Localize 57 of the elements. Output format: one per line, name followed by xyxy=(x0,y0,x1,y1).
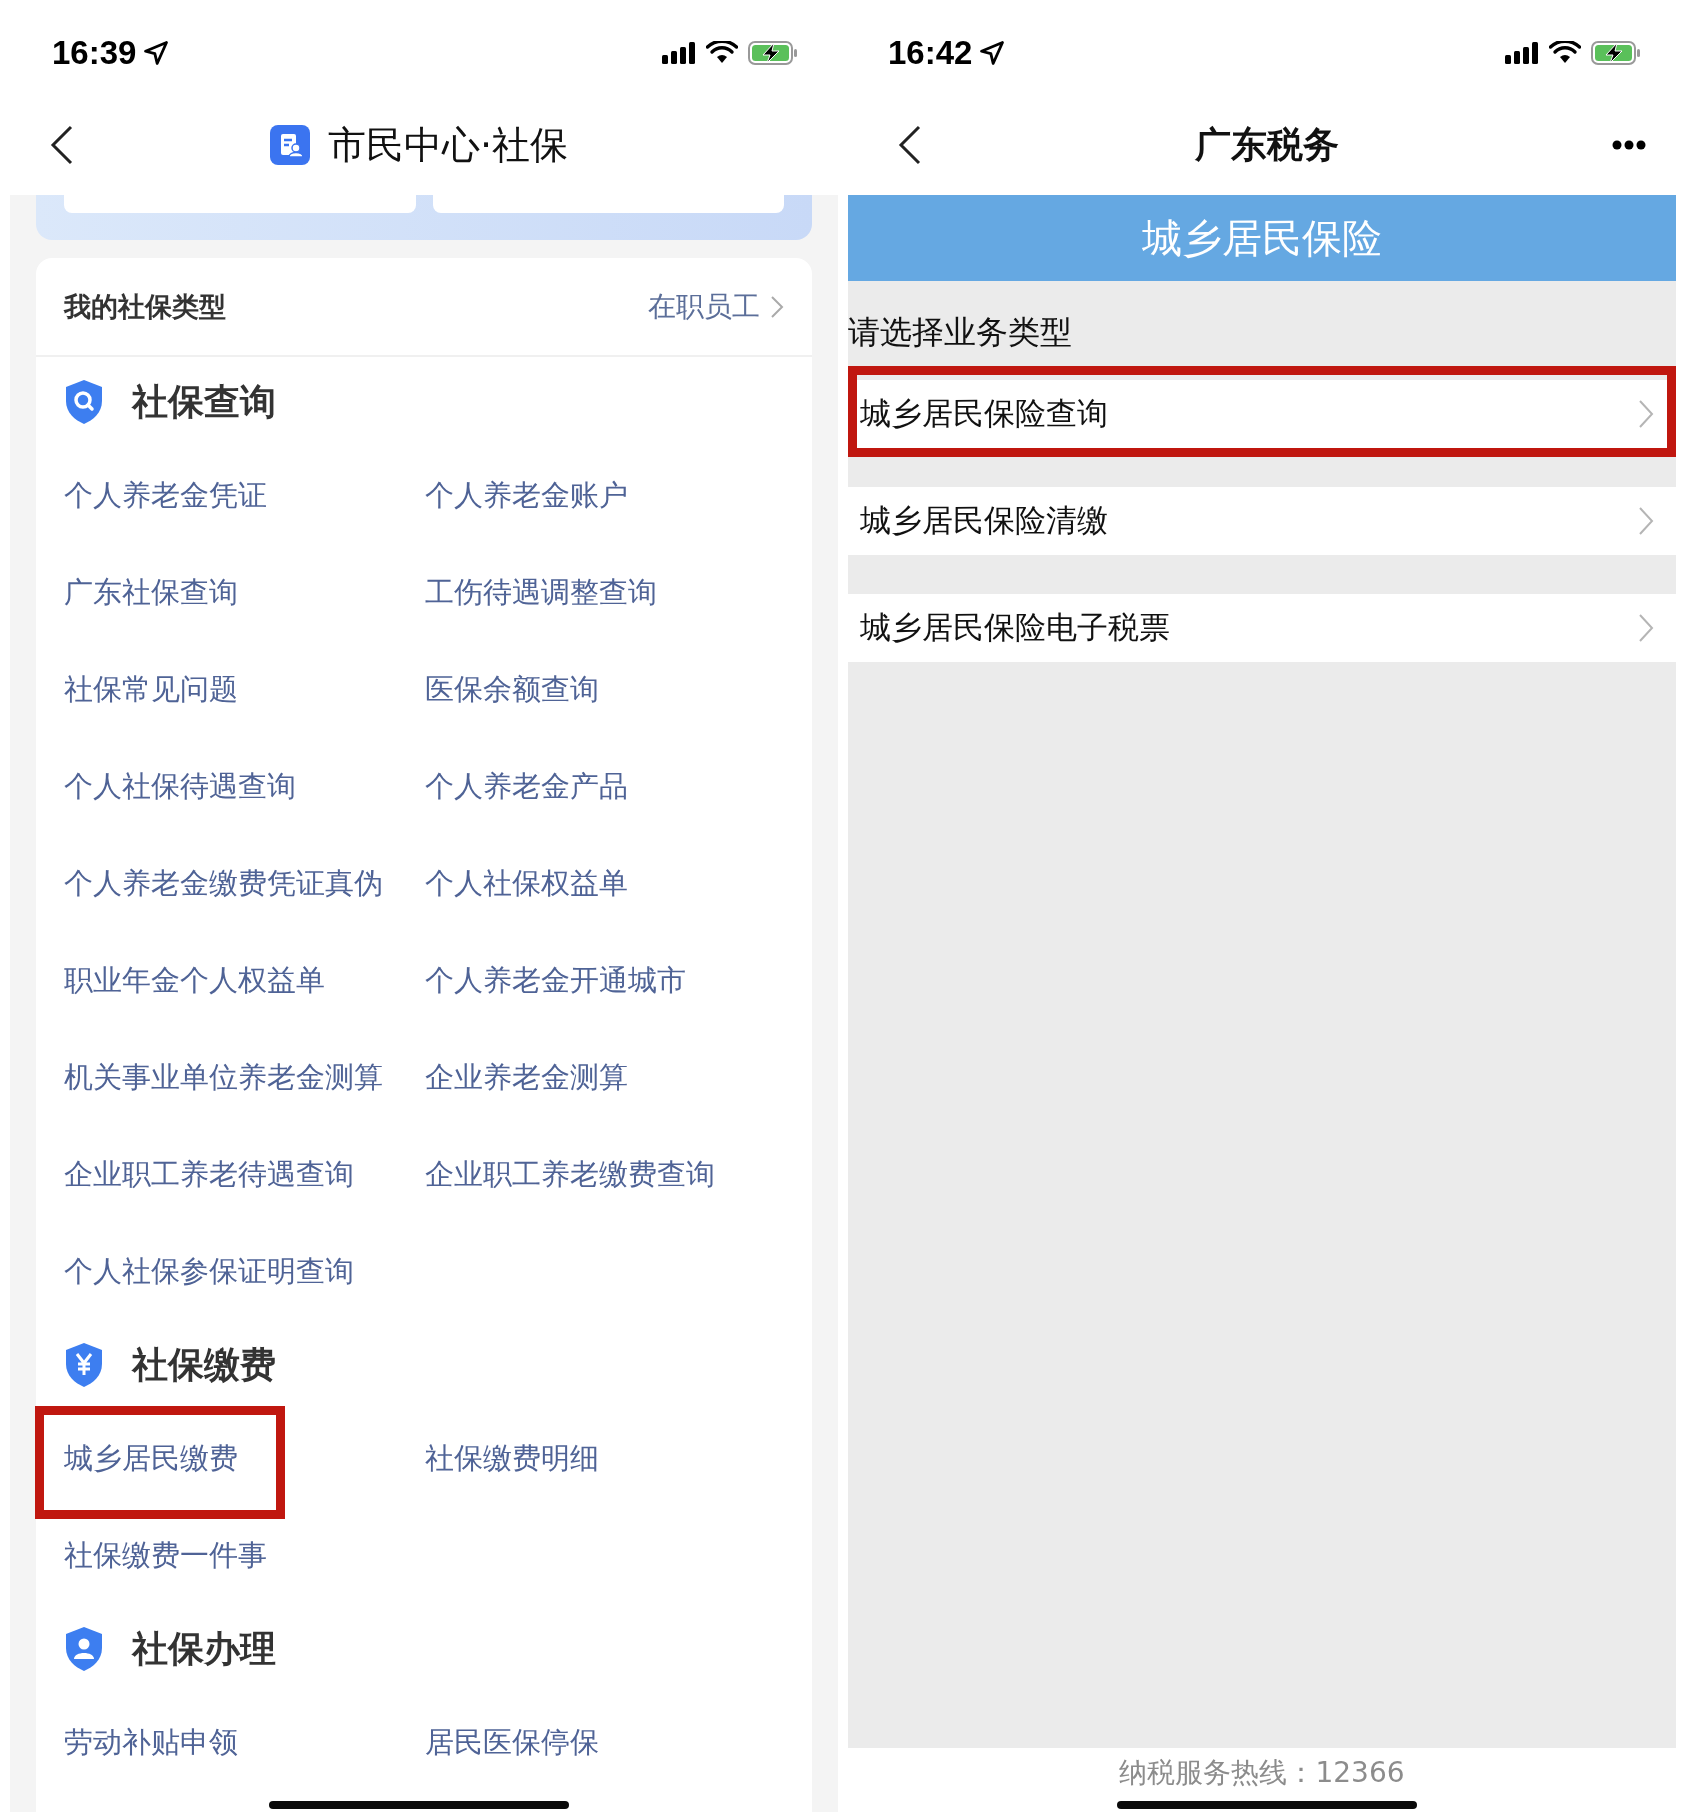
service-link[interactable]: 企业职工养老缴费查询 xyxy=(425,1154,715,1195)
wifi-icon xyxy=(706,40,738,65)
shield-person-icon xyxy=(64,1626,104,1672)
status-time: 16:39 xyxy=(52,33,137,72)
chevron-right-icon xyxy=(1638,506,1654,536)
service-link[interactable]: 居民医保停保 xyxy=(425,1722,599,1763)
option-row[interactable]: 城乡居民保险电子税票 xyxy=(848,594,1676,662)
option-label: 城乡居民保险查询 xyxy=(860,394,1108,433)
service-link[interactable]: 个人社保待遇查询 xyxy=(64,766,296,807)
battery-charging-icon xyxy=(1591,39,1641,66)
service-link[interactable]: 企业职工养老待遇查询 xyxy=(64,1154,354,1195)
location-arrow-icon xyxy=(978,38,1007,67)
prompt-text: 请选择业务类型 xyxy=(848,311,1072,353)
status-time: 16:42 xyxy=(888,33,973,72)
service-link[interactable]: 医保余额查询 xyxy=(425,669,599,710)
chevron-right-icon xyxy=(1638,399,1654,429)
section-title: 社保缴费 xyxy=(132,1342,276,1387)
service-link[interactable]: 个人养老金产品 xyxy=(425,766,628,807)
more-icon[interactable] xyxy=(1612,140,1646,150)
section-title: 社保查询 xyxy=(132,379,276,424)
insurance-type-link[interactable]: 在职员工 xyxy=(648,287,760,326)
location-arrow-icon xyxy=(142,38,171,67)
option-row[interactable]: 城乡居民保险清缴 xyxy=(848,487,1676,555)
banner-title: 城乡居民保险 xyxy=(848,195,1676,281)
service-link[interactable]: 个人社保权益单 xyxy=(425,863,628,904)
option-label: 城乡居民保险电子税票 xyxy=(860,608,1170,647)
service-link[interactable]: 机关事业单位养老金测算 xyxy=(64,1057,383,1098)
shield-yen-icon xyxy=(64,1342,104,1388)
page-title: 市民中心·社保 xyxy=(327,121,569,169)
service-link[interactable]: 企业养老金测算 xyxy=(425,1057,628,1098)
document-person-icon xyxy=(269,125,310,165)
page-title: 广东税务 xyxy=(1195,122,1339,167)
service-link[interactable]: 社保缴费一件事 xyxy=(64,1535,267,1576)
service-link[interactable]: 个人养老金账户 xyxy=(425,475,628,516)
service-link[interactable]: 个人养老金开通城市 xyxy=(425,960,686,1001)
service-link[interactable]: 社保常见问题 xyxy=(64,669,238,710)
shield-search-icon xyxy=(64,379,104,425)
option-label: 城乡居民保险清缴 xyxy=(860,501,1108,540)
hotline-text: 纳税服务热线：12366 xyxy=(1119,1755,1405,1791)
insurance-type-label: 我的社保类型 xyxy=(64,289,227,324)
wifi-icon xyxy=(1549,40,1581,65)
signal-icon xyxy=(1505,40,1539,65)
service-link[interactable]: 个人养老金凭证 xyxy=(64,475,267,516)
service-link[interactable]: 社保缴费明细 xyxy=(425,1438,599,1479)
service-link[interactable]: 工伤待遇调整查询 xyxy=(425,572,657,613)
service-link[interactable]: 城乡居民缴费 xyxy=(64,1438,238,1479)
service-link[interactable]: 劳动补贴申领 xyxy=(64,1722,238,1763)
service-link[interactable]: 个人社保参保证明查询 xyxy=(64,1251,354,1292)
back-icon[interactable] xyxy=(50,125,74,165)
chevron-right-icon xyxy=(1638,613,1654,643)
signal-icon xyxy=(662,40,696,65)
back-icon[interactable] xyxy=(898,125,922,165)
section-title: 社保办理 xyxy=(132,1626,276,1671)
service-link[interactable]: 职业年金个人权益单 xyxy=(64,960,325,1001)
battery-charging-icon xyxy=(748,39,798,66)
service-link[interactable]: 广东社保查询 xyxy=(64,572,238,613)
service-link[interactable]: 个人养老金缴费凭证真伪 xyxy=(64,863,383,904)
